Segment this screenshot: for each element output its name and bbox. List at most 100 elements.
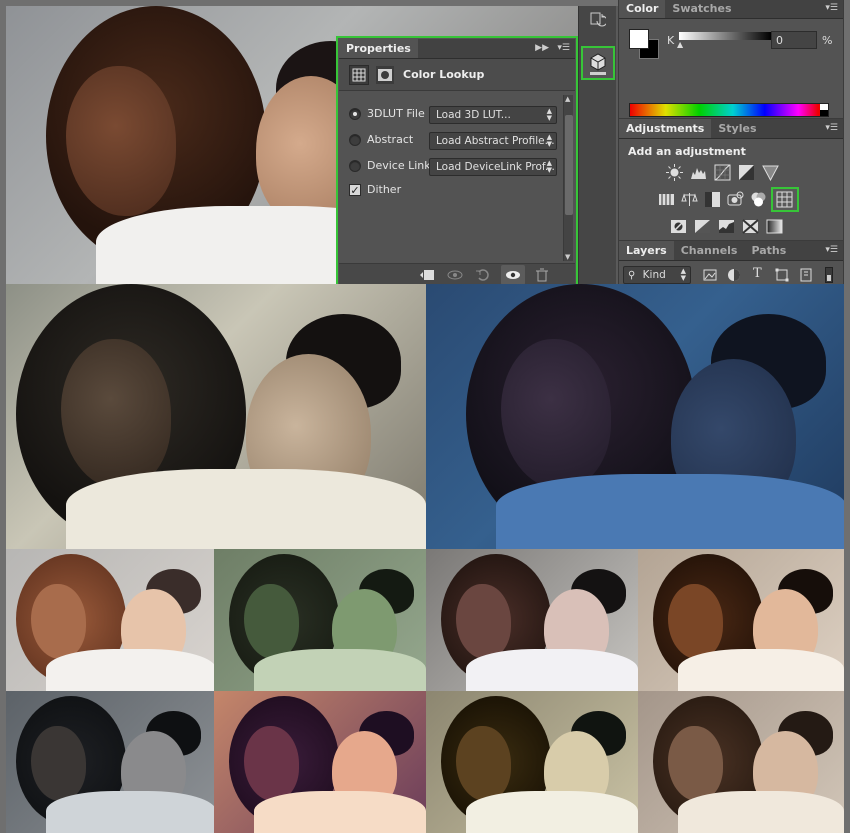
selective-color-icon[interactable]	[742, 218, 759, 235]
chevron-updown-icon: ▲ ▼	[546, 159, 552, 174]
reset-icon[interactable]	[475, 268, 491, 282]
dropdown-abstract[interactable]: Load Abstract Profile... ▲ ▼	[429, 132, 557, 150]
adjustments-panel: Adjustments Styles ▾☰ Add an adjustment	[618, 118, 844, 242]
menu-icon[interactable]: ▾☰	[825, 245, 838, 255]
row-dither[interactable]: ✓ Dither	[349, 183, 401, 196]
dither-checkbox[interactable]: ✓	[349, 183, 361, 196]
tab-adjustments[interactable]: Adjustments	[619, 119, 712, 138]
tab-swatches[interactable]: Swatches	[665, 0, 738, 18]
tab-paths[interactable]: Paths	[744, 241, 793, 260]
channel-mixer-icon[interactable]	[750, 191, 767, 208]
visibility-icon[interactable]	[501, 265, 525, 285]
hue-sat-icon[interactable]	[658, 191, 675, 208]
properties-dock-button[interactable]	[581, 46, 615, 80]
row-abstract[interactable]: Abstract	[349, 133, 413, 146]
properties-footer	[339, 263, 575, 285]
scroll-thumb[interactable]	[565, 115, 573, 215]
posterize-icon[interactable]	[694, 218, 711, 235]
photo-variant-dark-teal	[6, 691, 214, 833]
kind-filter-select[interactable]: ⚲ Kind ▲ ▼	[623, 266, 691, 284]
radio-abstract[interactable]	[349, 133, 361, 146]
label-devicelink: Device Link	[367, 159, 431, 172]
dropdown-3dlut-value: Load 3D LUT...	[436, 109, 511, 121]
filter-toggle[interactable]	[825, 267, 833, 283]
panel-dock-strip	[578, 6, 616, 284]
black-white-icon[interactable]	[704, 191, 721, 208]
photo-filter-icon[interactable]	[727, 191, 744, 208]
view-previous-icon[interactable]	[445, 268, 465, 282]
color-balance-icon[interactable]	[681, 191, 698, 208]
label-3dlut: 3DLUT File	[367, 107, 425, 120]
dropdown-devicelink[interactable]: Load DeviceLink Prof... ▲ ▼	[429, 158, 557, 176]
trash-icon[interactable]	[535, 268, 549, 282]
filter-smart-object-icon[interactable]	[799, 268, 813, 282]
mask-icon[interactable]	[376, 66, 394, 84]
menu-icon[interactable]: ▾☰	[557, 43, 570, 53]
properties-title: Color Lookup	[403, 68, 485, 81]
channel-label: K	[667, 34, 675, 47]
exposure-icon[interactable]	[738, 164, 755, 181]
k-value-field[interactable]: 0	[771, 31, 817, 49]
color-ramp[interactable]	[629, 103, 829, 117]
radio-devicelink[interactable]	[349, 159, 361, 172]
adjustments-heading: Add an adjustment	[628, 145, 746, 158]
photo-variant-soft-brown	[638, 691, 844, 833]
dropdown-devicelink-value: Load DeviceLink Prof...	[436, 161, 555, 173]
radio-3dlut[interactable]	[349, 107, 361, 120]
label-abstract: Abstract	[367, 133, 414, 146]
menu-icon[interactable]: ▾☰	[825, 123, 838, 133]
filter-shape-icon[interactable]	[775, 268, 789, 282]
slider-thumb-icon[interactable]: ▲	[677, 40, 683, 49]
tab-styles[interactable]: Styles	[711, 119, 763, 138]
properties-scrollbar[interactable]: ▲ ▼	[563, 95, 573, 261]
chevron-updown-icon: ▲ ▼	[546, 107, 552, 122]
dropdown-3dlut[interactable]: Load 3D LUT... ▲ ▼	[429, 106, 557, 124]
brightness-icon[interactable]	[666, 164, 683, 181]
filter-pixel-icon[interactable]	[703, 268, 717, 282]
tab-layers[interactable]: Layers	[619, 241, 674, 260]
curves-icon[interactable]	[714, 164, 731, 181]
screenshot-frame: Properties ▶▶ ▾☰ Color Lookup 3DLUT File…	[0, 0, 850, 833]
scroll-down-icon[interactable]: ▼	[565, 253, 570, 261]
adjustments-tabbar: Adjustments Styles ▾☰	[619, 119, 843, 139]
photo-variant-warm-fade	[6, 549, 214, 691]
label-dither: Dither	[367, 183, 402, 196]
history-icon[interactable]	[590, 12, 608, 28]
clip-icon[interactable]	[419, 268, 435, 282]
threshold-icon[interactable]	[718, 218, 735, 235]
filter-adjustment-icon[interactable]	[727, 268, 741, 282]
filter-type-icon[interactable]: T	[753, 266, 762, 281]
foreground-swatch[interactable]	[629, 29, 649, 49]
photo-variant-cool-contrast	[426, 549, 638, 691]
photo-variant-golden	[426, 691, 638, 833]
photo-variant-blue	[426, 284, 844, 549]
chevron-updown-icon: ▲ ▼	[680, 267, 686, 282]
photo-variant-green	[214, 549, 426, 691]
tab-color[interactable]: Color	[619, 0, 666, 18]
tab-properties[interactable]: Properties	[339, 39, 418, 58]
dropdown-abstract-value: Load Abstract Profile...	[436, 135, 555, 147]
properties-panel: Properties ▶▶ ▾☰ Color Lookup 3DLUT File…	[336, 36, 578, 288]
layers-tabbar: Layers Channels Paths ▾☰	[619, 241, 843, 261]
tab-channels[interactable]: Channels	[674, 241, 745, 260]
3d-icon	[590, 53, 606, 75]
gradient-map-icon[interactable]	[766, 218, 783, 235]
color-tabbar: Color Swatches ▾☰	[619, 0, 843, 19]
menu-icon[interactable]: ▾☰	[825, 3, 838, 13]
grid-icon[interactable]	[349, 65, 369, 85]
scroll-up-icon[interactable]: ▲	[565, 95, 570, 103]
row-devicelink[interactable]: Device Link	[349, 159, 431, 172]
properties-header: Color Lookup	[339, 59, 575, 91]
row-3dlut[interactable]: 3DLUT File	[349, 107, 425, 120]
vibrance-icon[interactable]	[762, 164, 779, 182]
layers-panel: Layers Channels Paths ▾☰ ⚲ Kind ▲ ▼ T	[618, 240, 844, 288]
invert-icon[interactable]	[670, 218, 687, 235]
color-panel: Color Swatches ▾☰ K ▲ 0 %	[618, 0, 844, 122]
color-lookup-icon[interactable]	[771, 187, 799, 212]
kind-filter-value: Kind	[642, 269, 666, 281]
levels-icon[interactable]	[690, 164, 707, 181]
double-arrow-icon[interactable]: ▶▶	[535, 43, 549, 53]
photo-variant-purple	[214, 691, 426, 833]
photo-variant-vintage	[6, 284, 426, 549]
k-slider[interactable]	[679, 32, 771, 40]
